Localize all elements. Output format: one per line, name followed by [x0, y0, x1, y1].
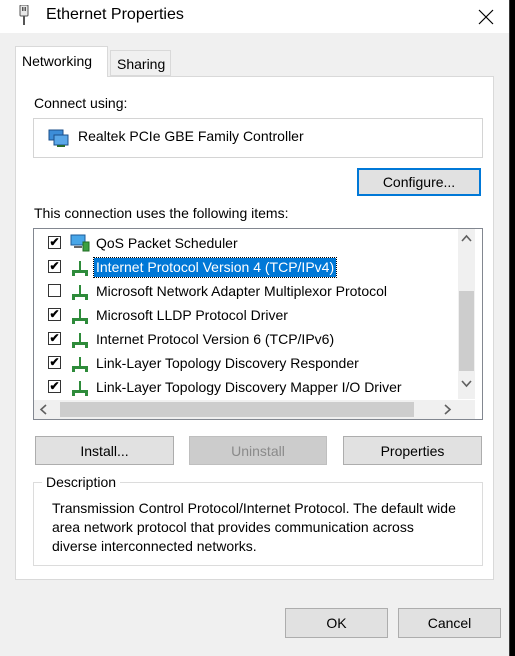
cancel-button-label: Cancel	[427, 615, 472, 631]
configure-button-label: Configure...	[382, 174, 456, 190]
item-checkbox[interactable]: ✔	[48, 260, 61, 273]
list-item[interactable]: Microsoft Network Adapter Multiplexor Pr…	[34, 280, 458, 304]
qos-monitor-icon	[70, 234, 90, 252]
uninstall-button-label: Uninstall	[231, 442, 285, 459]
vertical-scrollbar[interactable]	[458, 229, 475, 399]
adapter-name: Realtek PCIe GBE Family Controller	[78, 128, 304, 144]
ethernet-plug-icon	[19, 5, 29, 25]
install-button[interactable]: Install...	[35, 436, 174, 465]
properties-dialog: Ethernet Properties Networking Sharing C…	[0, 0, 510, 656]
tab-networking-label: Networking	[22, 53, 93, 69]
item-checkbox[interactable]: ✔	[48, 356, 61, 369]
ok-button-label: OK	[326, 615, 347, 631]
item-checkbox[interactable]: ✔	[48, 380, 61, 393]
close-icon	[478, 9, 494, 24]
list-item[interactable]: ✔ QoS Packet Scheduler	[34, 232, 458, 256]
adapter-field: Realtek PCIe GBE Family Controller	[33, 118, 483, 158]
list-item[interactable]: ✔ Link-Layer Topology Discovery Responde…	[34, 352, 458, 376]
item-label: Link-Layer Topology Discovery Responder	[96, 355, 359, 371]
network-protocol-icon	[72, 285, 88, 300]
scroll-right-arrow-icon[interactable]	[444, 404, 452, 415]
properties-button[interactable]: Properties	[343, 436, 482, 465]
components-list[interactable]: ✔ QoS Packet Scheduler ✔ Internet Protoc…	[33, 228, 483, 420]
scroll-left-arrow-icon[interactable]	[39, 404, 47, 415]
connect-using-label: Connect using:	[34, 95, 128, 111]
network-protocol-icon	[72, 381, 88, 396]
network-adapter-icon	[48, 129, 69, 147]
item-label: Internet Protocol Version 4 (TCP/IPv4)	[92, 257, 338, 278]
list-item[interactable]: ✔ Internet Protocol Version 6 (TCP/IPv6)	[34, 328, 458, 352]
title-bar[interactable]: Ethernet Properties	[0, 0, 509, 33]
properties-button-label: Properties	[380, 442, 445, 459]
item-label: Link-Layer Topology Discovery Mapper I/O…	[96, 379, 402, 395]
tab-networking[interactable]: Networking	[15, 46, 108, 77]
item-checkbox[interactable]: ✔	[48, 308, 61, 321]
item-checkbox[interactable]	[48, 284, 61, 297]
scroll-down-arrow-icon[interactable]	[461, 380, 472, 388]
items-label: This connection uses the following items…	[34, 205, 289, 221]
scroll-up-arrow-icon[interactable]	[461, 234, 472, 242]
horizontal-scroll-thumb[interactable]	[60, 402, 414, 417]
vertical-scroll-thumb[interactable]	[459, 291, 474, 371]
network-protocol-icon	[72, 261, 88, 276]
uninstall-button[interactable]: Uninstall	[189, 436, 327, 465]
item-label: QoS Packet Scheduler	[96, 235, 238, 251]
description-text: Transmission Control Protocol/Internet P…	[52, 500, 456, 554]
cancel-button[interactable]: Cancel	[398, 608, 501, 638]
network-protocol-icon	[72, 309, 88, 324]
horizontal-scrollbar[interactable]	[34, 400, 458, 419]
scrollbar-corner	[458, 400, 475, 419]
list-item[interactable]: ✔ Internet Protocol Version 4 (TCP/IPv4)	[34, 256, 458, 280]
configure-button[interactable]: Configure...	[357, 168, 481, 196]
item-label: Internet Protocol Version 6 (TCP/IPv6)	[96, 331, 335, 347]
item-label: Microsoft LLDP Protocol Driver	[96, 307, 288, 323]
close-button[interactable]	[463, 0, 509, 33]
list-item[interactable]: ✔ Link-Layer Topology Discovery Mapper I…	[34, 376, 458, 400]
item-checkbox[interactable]: ✔	[48, 236, 61, 249]
item-checkbox[interactable]: ✔	[48, 332, 61, 345]
network-protocol-icon	[72, 333, 88, 348]
description-legend: Description	[42, 474, 121, 490]
ok-button[interactable]: OK	[285, 608, 388, 638]
install-button-label: Install...	[80, 442, 129, 459]
tab-sharing-label: Sharing	[117, 56, 166, 72]
item-label: Microsoft Network Adapter Multiplexor Pr…	[96, 283, 387, 299]
network-protocol-icon	[72, 357, 88, 372]
dialog-title: Ethernet Properties	[46, 6, 184, 23]
list-item[interactable]: ✔ Microsoft LLDP Protocol Driver	[34, 304, 458, 328]
tab-sharing[interactable]: Sharing	[110, 50, 171, 76]
